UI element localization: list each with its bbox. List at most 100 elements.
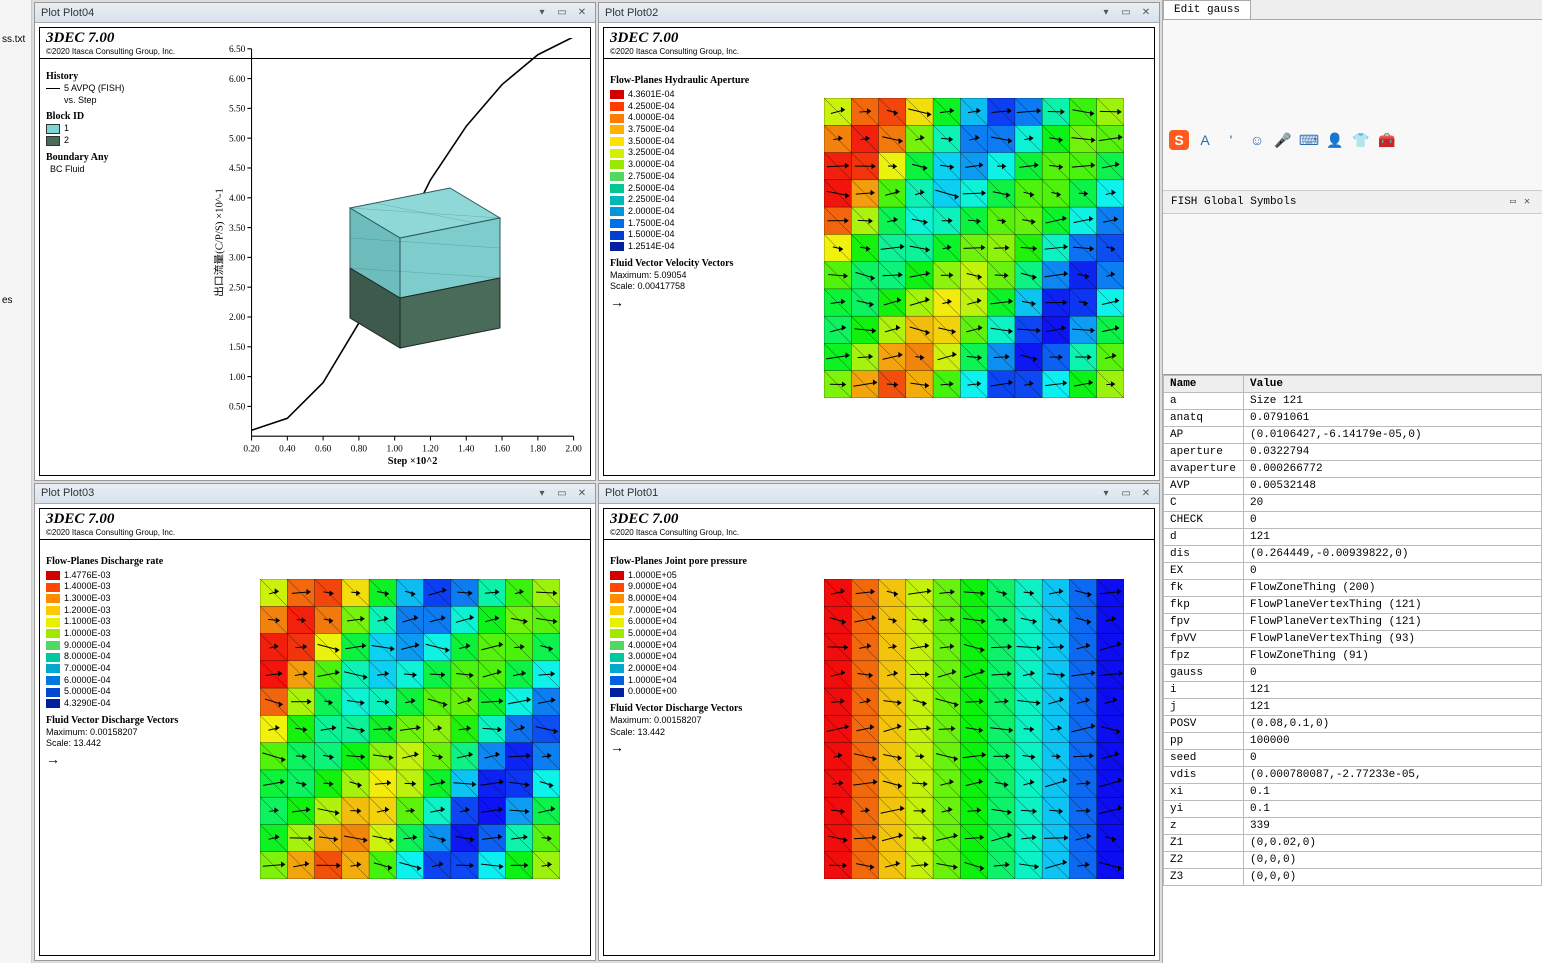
mic-icon[interactable]: 🎤 <box>1273 130 1293 150</box>
table-row[interactable]: anatq0.0791061 <box>1164 410 1542 427</box>
table-row[interactable]: d121 <box>1164 529 1542 546</box>
plot02-title-bar[interactable]: Plot Plot02 ▾ ▭ ✕ <box>599 3 1159 23</box>
svg-text:1.80: 1.80 <box>530 444 547 454</box>
table-row[interactable]: xi0.1 <box>1164 784 1542 801</box>
comma-icon[interactable]: ' <box>1221 130 1241 150</box>
table-row[interactable]: POSV(0.08,0.1,0) <box>1164 716 1542 733</box>
table-row[interactable]: aperture0.0322794 <box>1164 444 1542 461</box>
keyboard-icon[interactable]: ⌨ <box>1299 130 1319 150</box>
table-row[interactable]: fpvFlowPlaneVertexThing (121) <box>1164 614 1542 631</box>
table-row[interactable]: fpVVFlowPlaneVertexThing (93) <box>1164 631 1542 648</box>
symbols-table[interactable]: Name Value aSize 121anatq0.0791061AP(0.0… <box>1163 374 1542 963</box>
table-row[interactable]: i121 <box>1164 682 1542 699</box>
sym-value: 339 <box>1244 818 1542 835</box>
svg-text:1.40: 1.40 <box>458 444 475 454</box>
gutter-item[interactable]: ss.txt <box>2 34 29 45</box>
plot01-title: Plot Plot01 <box>605 487 1099 499</box>
plot01-brand: 3DEC 7.00 <box>610 511 1148 528</box>
restore-icon[interactable]: ▭ <box>1119 486 1133 500</box>
table-row[interactable]: Z2(0,0,0) <box>1164 852 1542 869</box>
sym-value: 0.000266772 <box>1244 461 1542 478</box>
table-row[interactable]: C20 <box>1164 495 1542 512</box>
sym-name: Z1 <box>1164 835 1244 852</box>
dropdown-icon[interactable]: ▾ <box>535 486 549 500</box>
arrow-icon: → <box>46 750 60 768</box>
table-row[interactable]: Z3(0,0,0) <box>1164 869 1542 886</box>
close-icon[interactable]: ✕ <box>575 6 589 20</box>
sym-value: (0.08,0.1,0) <box>1244 716 1542 733</box>
plot03-title-bar[interactable]: Plot Plot03 ▾ ▭ ✕ <box>35 484 595 504</box>
table-row[interactable]: fkpFlowPlaneVertexThing (121) <box>1164 597 1542 614</box>
close-icon[interactable]: ✕ <box>1139 486 1153 500</box>
table-row[interactable]: fkFlowZoneThing (200) <box>1164 580 1542 597</box>
table-row[interactable]: Z1(0,0.02,0) <box>1164 835 1542 852</box>
restore-icon[interactable]: ▭ <box>555 486 569 500</box>
table-row[interactable]: AP(0.0106427,-6.14179e-05,0) <box>1164 427 1542 444</box>
table-row[interactable]: pp100000 <box>1164 733 1542 750</box>
plot02-legend-title: Flow-Planes Hydraulic Aperture <box>610 74 749 87</box>
svg-text:1.20: 1.20 <box>422 444 439 454</box>
table-row[interactable]: AVP0.00532148 <box>1164 478 1542 495</box>
plot01-title-bar[interactable]: Plot Plot01 ▾ ▭ ✕ <box>599 484 1159 504</box>
letter-a-icon[interactable]: A <box>1195 130 1215 150</box>
table-row[interactable]: vdis(0.000780087,-2.77233e-05, <box>1164 767 1542 784</box>
svg-text:0.20: 0.20 <box>243 444 260 454</box>
toolbox-icon[interactable]: 🧰 <box>1377 130 1397 150</box>
table-row[interactable]: z339 <box>1164 818 1542 835</box>
sym-value: FlowZoneThing (91) <box>1244 648 1542 665</box>
colorbar-entry: 2.0000E+04 <box>610 663 747 675</box>
colorbar-entry: 3.2500E-04 <box>610 147 749 159</box>
table-row[interactable]: gauss0 <box>1164 665 1542 682</box>
dropdown-icon[interactable]: ▾ <box>1099 6 1113 20</box>
person-icon[interactable]: 👤 <box>1325 130 1345 150</box>
plot01-legend-title: Flow-Planes Joint pore pressure <box>610 555 747 568</box>
table-row[interactable]: EX0 <box>1164 563 1542 580</box>
table-row[interactable]: aSize 121 <box>1164 393 1542 410</box>
colorbar-entry: 9.0000E+04 <box>610 581 747 593</box>
plot04-body[interactable]: 3DEC 7.00 ©2020 Itasca Consulting Group,… <box>35 23 595 480</box>
colorbar-entry: 2.2500E-04 <box>610 194 749 206</box>
svg-text:5.00: 5.00 <box>229 134 246 144</box>
plot04-title-bar[interactable]: Plot Plot04 ▾ ▭ ✕ <box>35 3 595 23</box>
tab-edit-gauss[interactable]: Edit gauss <box>1163 0 1251 19</box>
table-row[interactable]: j121 <box>1164 699 1542 716</box>
sym-value: (0.000780087,-2.77233e-05, <box>1244 767 1542 784</box>
dropdown-icon[interactable]: ▾ <box>1099 486 1113 500</box>
table-row[interactable]: dis(0.264449,-0.00939822,0) <box>1164 546 1542 563</box>
colorbar-entry: 9.0000E-04 <box>46 640 178 652</box>
plot04-title: Plot Plot04 <box>41 7 535 19</box>
fish-globals-header[interactable]: FISH Global Symbols ▭ ✕ <box>1163 190 1542 214</box>
svg-text:1.60: 1.60 <box>494 444 511 454</box>
restore-icon[interactable]: ▭ <box>1506 195 1520 209</box>
plot03-body[interactable]: 3DEC 7.00 ©2020 Itasca Consulting Group,… <box>35 504 595 961</box>
table-row[interactable]: fpzFlowZoneThing (91) <box>1164 648 1542 665</box>
colorbar-entry: 3.5000E-04 <box>610 136 749 148</box>
sym-name: dis <box>1164 546 1244 563</box>
smiley-icon[interactable]: ☺ <box>1247 130 1267 150</box>
skin-icon[interactable]: 👕 <box>1351 130 1371 150</box>
table-row[interactable]: CHECK0 <box>1164 512 1542 529</box>
table-row[interactable]: seed0 <box>1164 750 1542 767</box>
close-icon[interactable]: ✕ <box>575 486 589 500</box>
plot02-body[interactable]: 3DEC 7.00 ©2020 Itasca Consulting Group,… <box>599 23 1159 480</box>
close-icon[interactable]: ✕ <box>1520 195 1534 209</box>
dropdown-icon[interactable]: ▾ <box>535 6 549 20</box>
colorbar-entry: 5.0000E-04 <box>46 686 178 698</box>
close-icon[interactable]: ✕ <box>1139 6 1153 20</box>
gutter-item[interactable]: es <box>2 295 29 306</box>
sym-name: CHECK <box>1164 512 1244 529</box>
colorbar-entry: 1.0000E-03 <box>46 628 178 640</box>
col-name[interactable]: Name <box>1164 376 1244 393</box>
table-row[interactable]: avaperture0.000266772 <box>1164 461 1542 478</box>
plot03-contour <box>260 579 560 879</box>
sogou-icon[interactable]: S <box>1169 130 1189 150</box>
left-gutter: ss.txt es <box>0 0 32 963</box>
blockid-label: Block ID <box>46 110 124 123</box>
sym-value: 0.1 <box>1244 801 1542 818</box>
table-row[interactable]: yi0.1 <box>1164 801 1542 818</box>
col-value[interactable]: Value <box>1244 376 1542 393</box>
restore-icon[interactable]: ▭ <box>1119 6 1133 20</box>
plot01-body[interactable]: 3DEC 7.00 ©2020 Itasca Consulting Group,… <box>599 504 1159 961</box>
sym-value: (0,0,0) <box>1244 869 1542 886</box>
restore-icon[interactable]: ▭ <box>555 6 569 20</box>
